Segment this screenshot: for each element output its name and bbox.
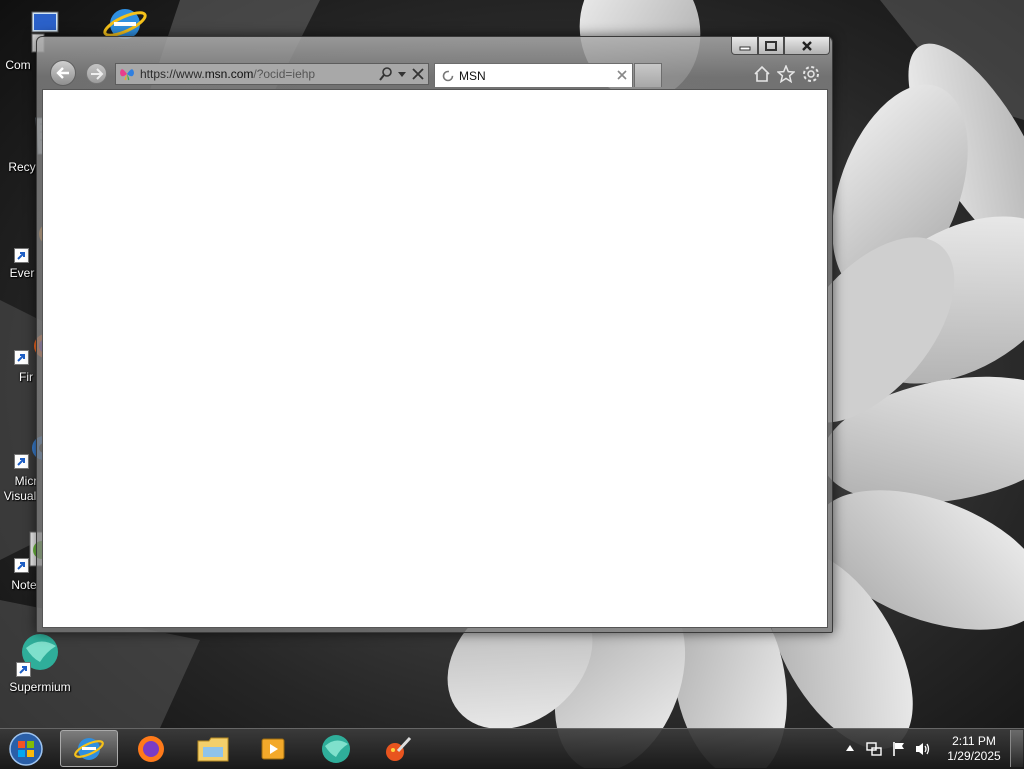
url-host: msn.com	[204, 67, 254, 81]
url-scheme: https://www.	[140, 67, 205, 81]
internet-explorer-icon	[74, 737, 104, 760]
search-icon[interactable]	[379, 67, 393, 81]
desktop-icon-label: Supermium	[9, 680, 71, 694]
maximize-button[interactable]	[758, 37, 784, 55]
caption-buttons	[731, 37, 830, 56]
home-icon[interactable]	[753, 65, 771, 83]
minimize-button[interactable]	[731, 37, 758, 55]
tab-title: MSN	[459, 69, 486, 83]
clock-date: 1/29/2025	[947, 749, 1001, 763]
shortcut-arrow-icon	[14, 248, 29, 263]
media-player-icon	[261, 738, 285, 759]
system-clock[interactable]: 2:11 PM 1/29/2025	[938, 734, 1010, 764]
shortcut-arrow-icon	[14, 454, 29, 469]
shortcut-arrow-icon	[16, 662, 31, 677]
address-url[interactable]: https://www.msn.com/?ocid=iehp	[140, 67, 315, 81]
taskbar-internet-explorer[interactable]	[60, 730, 118, 767]
clock-time: 2:11 PM	[952, 734, 996, 748]
taskbar-windows-explorer[interactable]	[184, 730, 242, 767]
folder-icon	[197, 737, 229, 761]
forward-arrow-icon	[90, 67, 103, 80]
taskbar-firefox[interactable]	[122, 730, 180, 767]
taskbar-media-player[interactable]	[244, 730, 302, 767]
close-button[interactable]	[784, 37, 830, 55]
taskbar-paint[interactable]	[369, 730, 427, 767]
taskbar: 2:11 PM 1/29/2025	[0, 728, 1024, 769]
address-bar[interactable]: https://www.msn.com/?ocid=iehp	[115, 63, 429, 85]
browser-window[interactable]: https://www.msn.com/?ocid=iehp MSN	[36, 36, 833, 633]
show-desktop-button[interactable]	[1010, 730, 1023, 767]
favorites-star-icon[interactable]	[777, 65, 795, 83]
page-content-area[interactable]	[42, 89, 828, 628]
volume-icon[interactable]	[914, 741, 932, 757]
tools-gear-icon[interactable]	[802, 65, 820, 83]
supermium-icon	[322, 734, 350, 763]
firefox-icon	[138, 735, 164, 762]
back-button[interactable]	[50, 60, 76, 86]
maximize-icon	[765, 40, 777, 51]
shortcut-arrow-icon	[14, 558, 29, 573]
desktop-icon-supermium[interactable]: Supermium	[2, 632, 78, 696]
shortcut-arrow-icon	[14, 350, 29, 365]
taskbar-supermium[interactable]	[307, 730, 365, 767]
network-icon[interactable]	[866, 741, 882, 757]
tab-close-icon[interactable]	[617, 70, 627, 80]
back-arrow-icon	[56, 67, 69, 79]
new-tab-button[interactable]	[634, 63, 662, 87]
tab-msn[interactable]: MSN	[434, 63, 633, 87]
paint-icon	[386, 736, 412, 761]
loading-spinner-icon	[442, 70, 454, 82]
start-button[interactable]	[6, 731, 46, 767]
minimize-icon	[739, 46, 750, 50]
close-icon	[802, 40, 812, 51]
show-hidden-icons-icon[interactable]	[846, 745, 854, 751]
stop-icon[interactable]	[412, 68, 424, 80]
chevron-down-icon[interactable]	[398, 72, 406, 77]
forward-button[interactable]	[86, 63, 107, 84]
msn-butterfly-icon	[120, 69, 134, 81]
action-center-flag-icon[interactable]	[891, 741, 907, 757]
url-path: /?ocid=iehp	[253, 67, 316, 81]
